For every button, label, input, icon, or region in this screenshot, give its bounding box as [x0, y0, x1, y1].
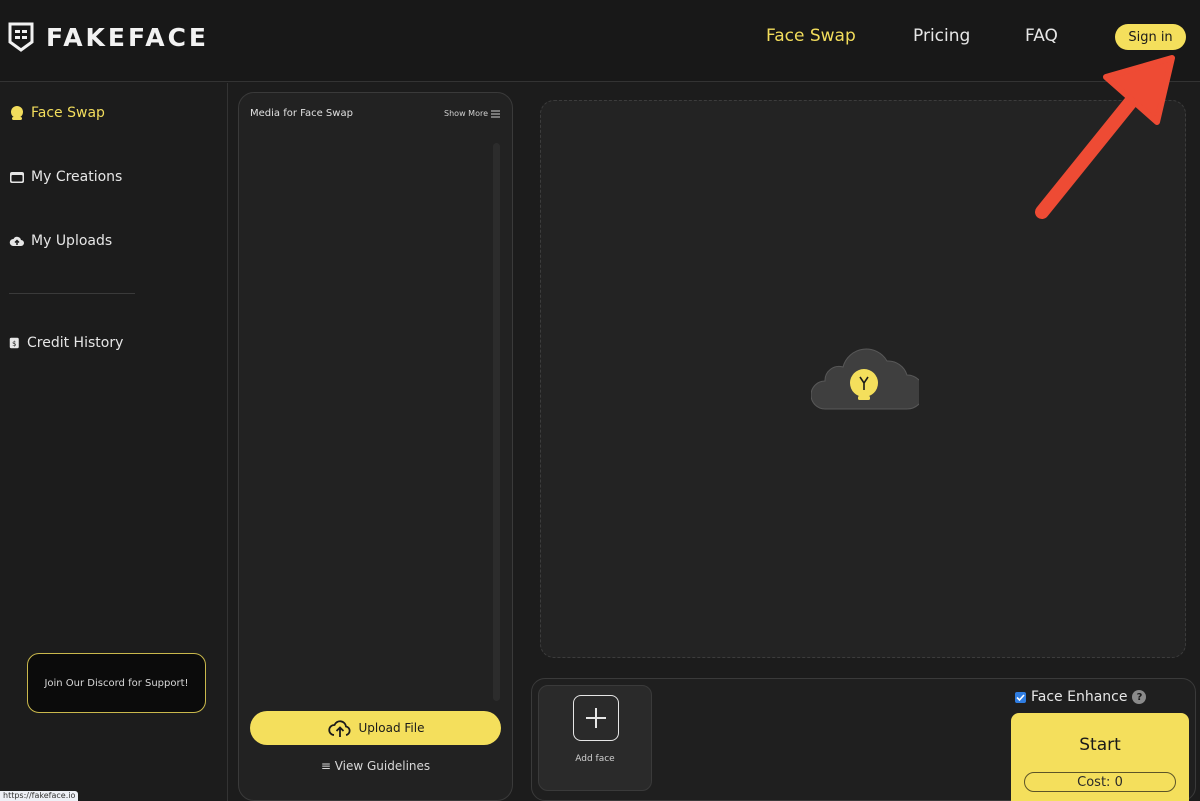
- add-face-label: Add face: [575, 754, 615, 764]
- sidebar-item-my-creations[interactable]: My Creations: [9, 169, 122, 185]
- sidebar-item-label: Face Swap: [31, 105, 105, 121]
- media-panel: Media for Face Swap Show More Upload Fil…: [238, 92, 513, 801]
- svg-text:$: $: [12, 340, 16, 348]
- view-guidelines-link[interactable]: ≡ View Guidelines: [239, 759, 512, 773]
- sidebar-item-face-swap[interactable]: Face Swap: [9, 105, 105, 121]
- logo-text: FAKEFACE: [46, 22, 209, 52]
- plus-icon-box: [573, 695, 619, 741]
- nav-face-swap[interactable]: Face Swap: [766, 0, 856, 72]
- upload-file-label: Upload File: [358, 721, 425, 735]
- add-face-button[interactable]: Add face: [538, 685, 652, 791]
- sign-in-button[interactable]: Sign in: [1115, 24, 1186, 50]
- cloud-lightbulb-icon: [811, 348, 919, 410]
- logo[interactable]: FAKEFACE: [8, 22, 209, 52]
- help-icon[interactable]: ?: [1132, 690, 1147, 704]
- sidebar-item-label: My Creations: [31, 169, 123, 185]
- nav-pricing[interactable]: Pricing: [913, 0, 970, 72]
- plus-icon: [586, 708, 606, 728]
- status-bar-url: https://fakeface.io: [0, 791, 79, 801]
- sidebar-divider: [9, 293, 135, 294]
- sidebar-item-label: Credit History: [27, 335, 124, 351]
- checkmark-icon: [1016, 693, 1025, 701]
- logo-mark-icon: [8, 22, 34, 52]
- sidebar: Face Swap My Creations My Uploads $ Cred…: [0, 83, 228, 801]
- media-scrollbar[interactable]: [493, 143, 500, 701]
- face-enhance-toggle[interactable]: Face Enhance ?: [1015, 689, 1147, 705]
- show-more-label: Show More: [444, 109, 488, 118]
- discord-support-button[interactable]: Join Our Discord for Support!: [27, 653, 206, 713]
- bottom-controls: Add face Face Enhance ? Start Cost: 0: [531, 678, 1196, 801]
- red-arrow-annotation: [1035, 55, 1175, 219]
- credit-icon: $: [9, 337, 19, 349]
- face-enhance-checkbox[interactable]: [1015, 691, 1026, 703]
- sidebar-item-my-uploads[interactable]: My Uploads: [9, 233, 112, 249]
- sidebar-item-label: My Uploads: [31, 233, 113, 249]
- start-button[interactable]: Start Cost: 0: [1011, 713, 1189, 801]
- cost-indicator: Cost: 0: [1024, 772, 1176, 792]
- start-label: Start: [1079, 735, 1121, 755]
- list-icon: [491, 110, 500, 117]
- face-enhance-label: Face Enhance: [1031, 689, 1128, 705]
- show-more-button[interactable]: Show More: [444, 109, 500, 118]
- cloud-upload-icon: [9, 236, 24, 246]
- sidebar-item-credit-history[interactable]: $ Credit History: [9, 335, 123, 351]
- face-icon: [11, 106, 23, 120]
- folder-icon: [10, 172, 24, 183]
- upload-file-button[interactable]: Upload File: [250, 711, 501, 745]
- cloud-upload-icon: [327, 720, 351, 737]
- media-panel-title: Media for Face Swap: [250, 108, 353, 119]
